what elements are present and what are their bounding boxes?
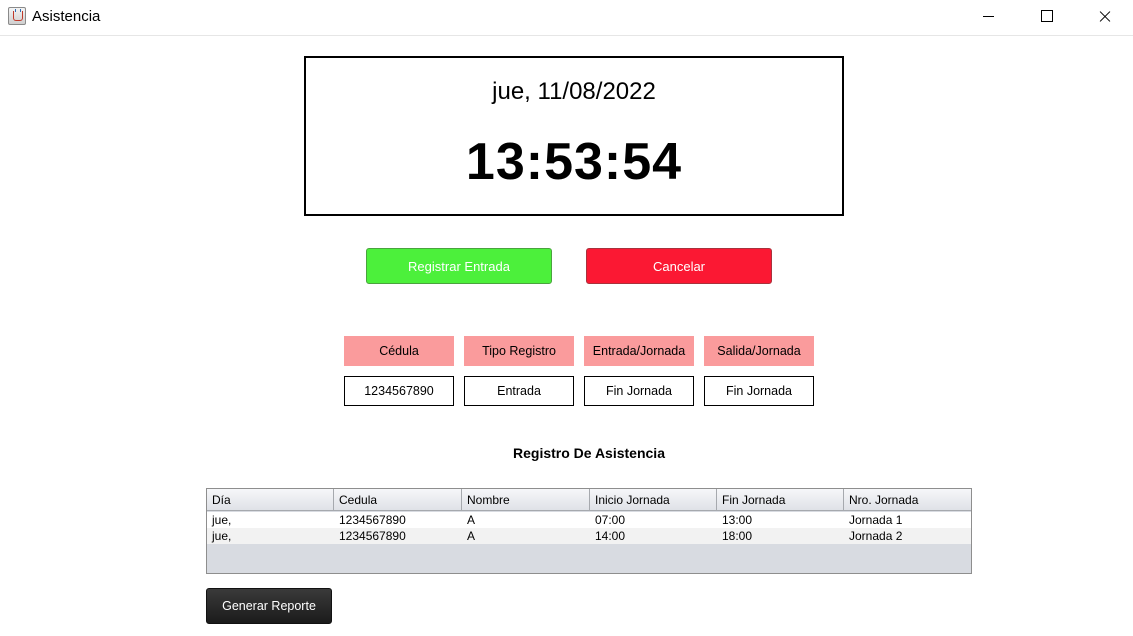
table-cell: 07:00 [595,513,626,527]
attendance-title: Registro De Asistencia [513,445,665,461]
tipo-registro-header: Tipo Registro [464,336,574,366]
cancel-button[interactable]: Cancelar [586,248,772,284]
cedula-field[interactable]: 1234567890 [344,376,454,406]
close-button[interactable] [1076,0,1133,34]
generate-report-button[interactable]: Generar Reporte [206,588,332,624]
table-cell: 1234567890 [339,529,406,543]
column-header-nro-jornada[interactable]: Nro. Jornada [844,489,971,511]
column-header-dia[interactable]: Día [207,489,334,511]
maximize-button[interactable] [1018,0,1076,34]
table-cell: jue, [212,529,232,543]
current-date: jue, 11/08/2022 [492,78,656,105]
window-title: Asistencia [32,8,101,25]
minimize-button[interactable] [960,0,1018,34]
table-cell: 13:00 [722,513,753,527]
register-entry-button[interactable]: Registrar Entrada [366,248,552,284]
table-cell: Jornada 1 [849,513,903,527]
table-cell: Jornada 2 [849,529,903,543]
title-bar: Asistencia [0,0,1133,36]
table-cell: 14:00 [595,529,626,543]
column-header-cedula[interactable]: Cedula [334,489,462,511]
table-row[interactable]: jue, 1234567890 A 14:00 18:00 Jornada 2 [207,528,971,544]
column-header-fin-jornada[interactable]: Fin Jornada [717,489,844,511]
table-cell: 1234567890 [339,513,406,527]
table-cell: jue, [212,513,232,527]
table-cell: 18:00 [722,529,753,543]
table-header: Día Cedula Nombre Inicio Jornada Fin Jor… [207,489,971,511]
clock-panel: jue, 11/08/2022 13:53:54 [304,56,844,216]
column-header-nombre[interactable]: Nombre [462,489,590,511]
table-body: jue, 1234567890 A 07:00 13:00 Jornada 1 … [207,512,971,544]
table-cell: A [467,513,476,527]
salida-jornada-header: Salida/Jornada [704,336,814,366]
tipo-registro-field: Entrada [464,376,574,406]
column-header-inicio-jornada[interactable]: Inicio Jornada [590,489,717,511]
cedula-header: Cédula [344,336,454,366]
salida-jornada-field: Fin Jornada [704,376,814,406]
table-row[interactable]: jue, 1234567890 A 07:00 13:00 Jornada 1 [207,512,971,528]
entrada-jornada-field: Fin Jornada [584,376,694,406]
current-time: 13:53:54 [465,133,683,191]
table-cell: A [467,529,476,543]
attendance-table[interactable]: Día Cedula Nombre Inicio Jornada Fin Jor… [206,488,972,574]
entrada-jornada-header: Entrada/Jornada [584,336,694,366]
java-cup-icon [8,7,26,25]
